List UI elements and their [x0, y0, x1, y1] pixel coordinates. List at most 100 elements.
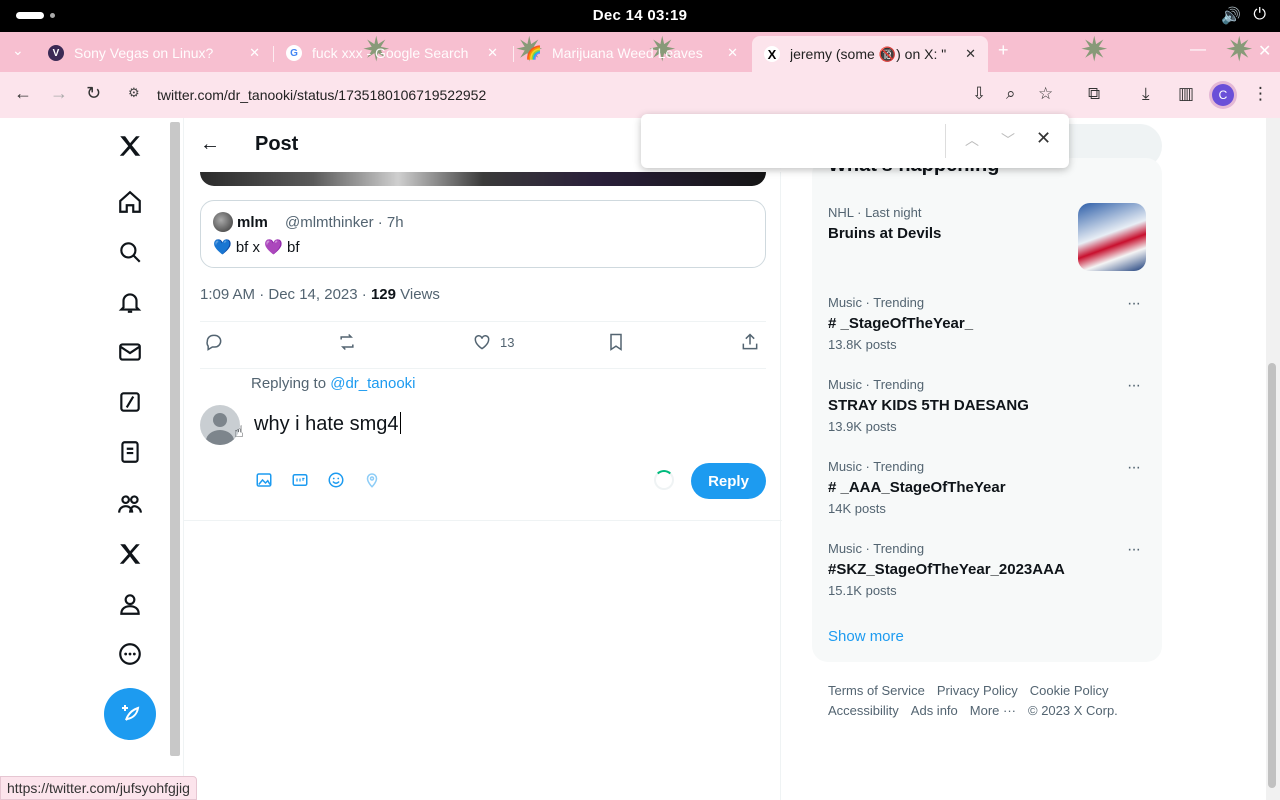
show-more-link[interactable]: Show more	[828, 628, 904, 645]
avatar[interactable]	[213, 212, 233, 232]
back-arrow-icon[interactable]: ←	[200, 133, 220, 156]
gif-icon[interactable]	[291, 471, 309, 489]
messages-envelope-icon[interactable]	[114, 336, 146, 368]
replying-to: Replying to @dr_tanooki	[251, 375, 416, 392]
profile-avatar[interactable]: C	[1212, 84, 1234, 106]
find-input[interactable]	[653, 126, 943, 156]
explore-search-icon[interactable]	[114, 236, 146, 268]
replying-handle-link[interactable]: @dr_tanooki	[330, 375, 415, 392]
notifications-bell-icon[interactable]	[114, 286, 146, 318]
post-media-image[interactable]	[200, 172, 766, 186]
more-dots-icon[interactable]: ···	[1127, 459, 1141, 477]
trend-item[interactable]: Music · Trending #SKZ_StageOfTheYear_202…	[828, 541, 1148, 598]
like-action-button[interactable]: 13	[472, 332, 514, 352]
privacy-link[interactable]: Privacy Policy	[937, 683, 1018, 698]
bookmark-star-icon[interactable]: ☆	[1038, 84, 1053, 104]
divider	[200, 368, 766, 369]
emoji-icon[interactable]	[327, 471, 345, 489]
accessibility-link[interactable]: Accessibility	[828, 703, 899, 718]
downloads-icon[interactable]: ⤓	[1142, 84, 1150, 104]
hockey-thumbnail-image[interactable]	[1078, 203, 1146, 271]
media-image-icon[interactable]	[255, 471, 273, 489]
back-arrow-icon[interactable]: ←	[14, 83, 32, 104]
reply-button[interactable]: Reply	[691, 463, 766, 499]
copyright: © 2023 X Corp.	[1028, 703, 1118, 718]
left-column-scrollbar[interactable]	[170, 122, 180, 756]
divider	[200, 321, 766, 322]
more-dots-icon[interactable]: ···	[1127, 295, 1141, 313]
tab-marijuana-leaves[interactable]: 🌈 Marijuana Weed Leaves ✕	[514, 36, 750, 70]
close-icon[interactable]: ✕	[1036, 128, 1051, 149]
page-scrollbar[interactable]	[1266, 118, 1280, 800]
lists-icon[interactable]	[114, 436, 146, 468]
system-tray[interactable]: 🔊 ⏻	[1221, 6, 1266, 26]
more-dots-icon[interactable]: ···	[1127, 541, 1141, 559]
premium-x-icon[interactable]	[114, 538, 146, 570]
replying-prefix: Replying to	[251, 375, 331, 392]
bookmark-action-button[interactable]	[606, 332, 626, 352]
x-logo-icon[interactable]	[114, 130, 146, 162]
repost-action-button[interactable]	[337, 332, 357, 352]
minimize-window-icon[interactable]: —	[1190, 41, 1206, 59]
grok-icon[interactable]	[114, 386, 146, 418]
close-tab-icon[interactable]: ✕	[249, 45, 260, 61]
scrollbar-thumb[interactable]	[1268, 363, 1276, 788]
reply-compose-input[interactable]: why i hate smg4	[254, 412, 401, 436]
reload-icon[interactable]: ↻	[86, 83, 101, 104]
side-panel-icon[interactable]: ▥	[1178, 84, 1194, 104]
trend-item[interactable]: Music · Trending STRAY KIDS 5TH DAESANG …	[828, 377, 1148, 434]
find-in-page-icon[interactable]: ⌕	[1006, 84, 1016, 104]
tab-sony-vegas[interactable]: V Sony Vegas on Linux? ✕	[36, 36, 272, 70]
vegas-favicon-icon: V	[48, 45, 64, 61]
post-timestamp[interactable]: 1:09 AM · Dec 14, 2023 ·	[200, 286, 371, 303]
left-navigation	[100, 118, 170, 800]
more-options-icon[interactable]	[114, 638, 146, 670]
ads-info-link[interactable]: Ads info	[911, 703, 958, 718]
system-clock[interactable]: Dec 14 03:19	[0, 7, 1280, 24]
forward-arrow-icon[interactable]: →	[50, 83, 68, 104]
communities-icon[interactable]	[114, 488, 146, 520]
more-dots-icon[interactable]: ···	[1127, 377, 1141, 395]
system-top-bar: Dec 14 03:19 🔊 ⏻	[0, 0, 1280, 32]
close-window-icon[interactable]: ✕	[1258, 41, 1271, 61]
url-text[interactable]: twitter.com/dr_tanooki/status/1735180106…	[157, 87, 486, 103]
tab-google-search[interactable]: G fuck xxx - Google Search ✕	[274, 36, 510, 70]
volume-icon[interactable]: 🔊	[1221, 6, 1241, 26]
close-tab-icon[interactable]: ✕	[727, 45, 738, 61]
tab-jeremy-x[interactable]: X jeremy (some 🔞) on X: " ✕	[752, 36, 988, 72]
site-info-icon[interactable]: ⚙	[128, 85, 140, 101]
more-link[interactable]: More ···	[970, 703, 1016, 718]
reply-bubble-icon	[206, 334, 222, 351]
trend-post-count: 13.9K posts	[828, 419, 897, 434]
profile-person-icon[interactable]	[114, 588, 146, 620]
quoted-post[interactable]: mlm @mlmthinker · 7h 💙 bf x 💜 bf	[200, 200, 766, 268]
trend-item[interactable]: Music · Trending # _AAA_StageOfTheYear 1…	[828, 459, 1148, 516]
quote-author-name[interactable]: mlm	[237, 214, 268, 231]
trend-item[interactable]: Music · Trending # _StageOfTheYear_ 13.8…	[828, 295, 1148, 352]
hand-pointer-cursor-icon: ☝	[234, 424, 244, 441]
share-action-button[interactable]	[740, 332, 760, 352]
quote-author-handle: @mlmthinker · 7h	[285, 214, 404, 231]
find-next-chevron-icon[interactable]: ﹀	[1001, 130, 1015, 150]
trend-name: # _AAA_StageOfTheYear	[828, 479, 1006, 496]
twitter-page: ← Post mlm @mlmthinker · 7h 💙 bf x 💜 bf …	[0, 118, 1280, 800]
power-icon[interactable]: ⏻	[1253, 6, 1266, 26]
compose-post-button[interactable]	[104, 688, 156, 740]
browser-menu-kebab-icon[interactable]: ⋮	[1252, 84, 1269, 104]
cookie-link[interactable]: Cookie Policy	[1030, 683, 1109, 698]
tab-search-chevron-icon[interactable]: ⌄	[12, 42, 24, 59]
terms-link[interactable]: Terms of Service	[828, 683, 925, 698]
close-tab-icon[interactable]: ✕	[965, 46, 976, 62]
find-previous-chevron-icon[interactable]: ︿	[965, 130, 979, 150]
address-bar[interactable]: ⚙ twitter.com/dr_tanooki/status/17351801…	[120, 80, 970, 110]
install-app-icon[interactable]: ⇩	[972, 84, 986, 104]
share-upload-icon	[742, 333, 758, 350]
new-tab-plus-icon[interactable]: +	[998, 40, 1009, 61]
extensions-puzzle-icon[interactable]: ⧉	[1088, 84, 1100, 104]
location-pin-icon[interactable]	[363, 471, 381, 489]
views-label: Views	[395, 286, 440, 303]
close-tab-icon[interactable]: ✕	[487, 45, 498, 61]
reply-action-button[interactable]	[204, 332, 224, 352]
compose-text[interactable]: why i hate smg4	[254, 413, 399, 435]
home-icon[interactable]	[114, 186, 146, 218]
